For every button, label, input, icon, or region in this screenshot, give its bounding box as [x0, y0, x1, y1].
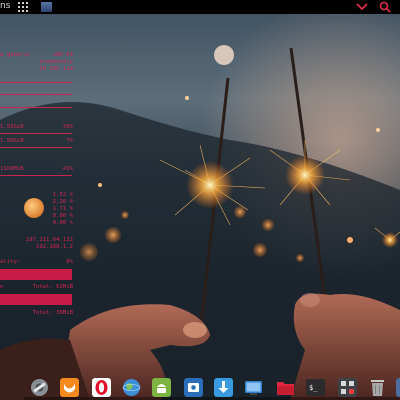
dock: $_ [24, 375, 400, 400]
android-icon [152, 378, 171, 397]
download-icon [214, 378, 233, 397]
dock-item-extra[interactable] [396, 378, 400, 397]
app-icon [396, 378, 400, 397]
search-icon[interactable] [379, 1, 391, 13]
conky-line-ram: 1.93GiB 33% [0, 124, 73, 130]
conky-line-local-ip: 192.168.1.2 [35, 244, 73, 250]
divider [0, 94, 72, 95]
divider [0, 107, 72, 108]
dock-item-opera[interactable] [92, 378, 111, 397]
screenshot-icon [184, 378, 203, 397]
applications-menu[interactable]: ns [0, 1, 10, 11]
dock-item-downloads[interactable] [214, 378, 233, 397]
opera-icon [92, 378, 111, 397]
conky-line-public-ip: 197.111.64.132 [25, 237, 73, 243]
dock-item-screenshot[interactable] [184, 378, 203, 397]
svg-text:$_: $_ [309, 384, 318, 392]
conky-line-distro: elementary [39, 59, 73, 65]
window-icon[interactable] [41, 2, 52, 12]
conky-line-swap: 1.99GiB 7% [0, 138, 73, 144]
divider [0, 147, 72, 148]
dock-item-desktop[interactable] [244, 378, 263, 397]
upload-graph [0, 294, 72, 305]
grid-icon[interactable] [18, 2, 28, 12]
conky-line-download-total: n Total: 62MiB [0, 284, 73, 290]
globe-icon [122, 379, 141, 396]
conky-line-cpu2: 2.26 % [52, 199, 73, 205]
conky-line-kernel: e generic x86_64 [0, 52, 73, 58]
monitor-icon [245, 381, 262, 395]
conky-line-disk: 1160MiB 41% [0, 166, 73, 172]
calculator-icon [338, 378, 357, 397]
conky-line-cpu1: 1.52 % [52, 192, 73, 198]
system-monitor-widget: e generic x86_64 elementary 3d 15h 11m 1… [0, 14, 76, 316]
terminal-icon: $_ [306, 379, 325, 396]
conky-line-cpu4: 0.00 % [52, 213, 73, 219]
divider [0, 82, 72, 83]
conky-line-cpu5: 0.00 % [52, 220, 73, 226]
top-panel: ns [0, 0, 400, 14]
dock-item-calculator[interactable] [338, 378, 357, 397]
dock-item-web[interactable] [122, 378, 141, 397]
gear-disk-icon [31, 379, 48, 396]
conky-line-uptime: 3d 15h 11m [39, 66, 73, 72]
dock-item-files[interactable] [30, 378, 49, 397]
dock-item-trash[interactable] [368, 378, 387, 397]
divider [0, 133, 72, 134]
download-graph [0, 269, 72, 280]
trash-icon [371, 380, 384, 396]
dock-item-terminal[interactable]: $_ [306, 378, 325, 397]
firefox-icon [60, 378, 79, 397]
chevron-down-icon[interactable] [356, 2, 368, 12]
conky-line-quality: ality: 0% [0, 259, 73, 265]
conky-line-upload-total: Total: 36MiB [32, 310, 73, 316]
dock-item-folder[interactable] [276, 378, 295, 397]
dock-item-firefox[interactable] [60, 378, 79, 397]
divider [0, 175, 72, 176]
folder-icon [277, 382, 294, 395]
conky-line-cpu3: 1.71 % [52, 206, 73, 212]
dock-item-android[interactable] [152, 378, 171, 397]
